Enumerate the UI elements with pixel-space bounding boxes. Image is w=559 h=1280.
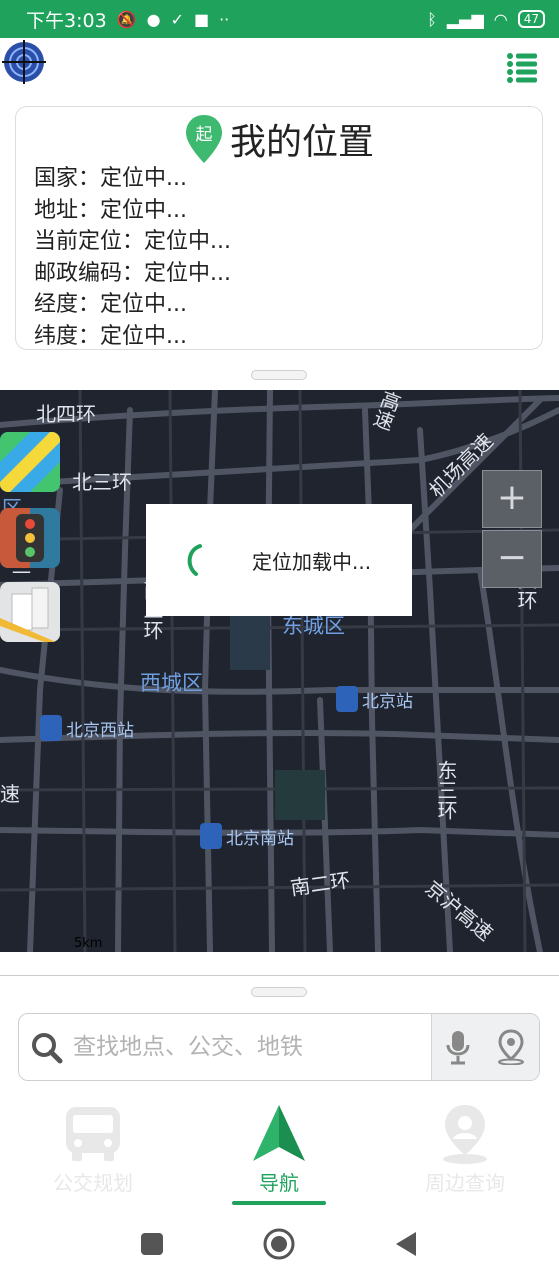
- navigation-arrow-icon: [253, 1105, 305, 1161]
- status-notification-icons: 🔕 ● ✓ ■ ··: [117, 10, 230, 29]
- 3d-building-icon[interactable]: [0, 582, 60, 642]
- expressway-fragment-left-label: 速: [0, 782, 20, 806]
- north-4th-ring-label: 北四环: [36, 402, 96, 426]
- recent-apps-button[interactable]: [140, 1232, 164, 1256]
- start-pin-label: 起: [195, 125, 212, 145]
- traffic-light-icon[interactable]: [0, 508, 60, 568]
- search-bar[interactable]: [18, 1013, 540, 1081]
- battery-icon: 47: [517, 10, 545, 28]
- zoom-in-button[interactable]: +: [482, 470, 542, 528]
- start-pin-icon: 起: [185, 115, 222, 163]
- beijing-station-marker[interactable]: 北京站: [336, 686, 413, 712]
- zoom-out-button[interactable]: −: [482, 530, 542, 588]
- train-station-icon: [336, 686, 358, 712]
- tab-navigation-label: 导航: [259, 1171, 299, 1195]
- map-scale-label: 5km: [74, 936, 103, 951]
- check-icon: ✓: [170, 9, 184, 29]
- location-info-list: 国家：定位中... 地址：定位中... 当前定位：定位中... 邮政编码：定位中…: [34, 163, 231, 352]
- map-type-icon[interactable]: [0, 432, 60, 492]
- nearby-person-pin-icon: [443, 1105, 487, 1164]
- status-bar: 下午3:03 🔕 ● ✓ ■ ·· ᛒ ▂▄▆ ◠ 47: [0, 0, 559, 38]
- beijing-station-label: 北京站: [362, 691, 413, 712]
- east-3rd-ring-label: 东三环: [434, 760, 458, 820]
- search-input[interactable]: [73, 1014, 433, 1080]
- address-line: 地址：定位中...: [34, 197, 187, 223]
- chat-icon: ●: [146, 9, 161, 29]
- beijing-south-station-label: 北京南站: [226, 828, 294, 849]
- search-icon: [32, 1033, 63, 1064]
- section-divider: [0, 975, 559, 976]
- tab-nearby-search-label: 周边查询: [425, 1171, 505, 1195]
- mute-icon: 🔕: [116, 9, 137, 29]
- beijing-west-station-label: 北京西站: [66, 720, 134, 741]
- wifi-icon: ◠: [493, 9, 508, 29]
- microphone-icon[interactable]: [445, 1029, 471, 1065]
- loading-text: 定位加载中...: [252, 549, 372, 574]
- tab-bus-planning[interactable]: 公交规划: [0, 1095, 186, 1210]
- back-button[interactable]: [394, 1230, 418, 1258]
- beijing-west-station-marker[interactable]: 北京西站: [40, 715, 134, 741]
- square-icon: ■: [193, 9, 210, 29]
- status-time: 下午3:03: [26, 9, 107, 32]
- status-system-icons: ᛒ ▂▄▆ ◠ 47: [427, 10, 545, 29]
- top-bar: [0, 38, 559, 100]
- tab-navigation[interactable]: 导航: [186, 1095, 372, 1210]
- active-tab-indicator: [232, 1201, 326, 1205]
- search-actions: [431, 1014, 539, 1080]
- bottom-tab-bar: 公交规划 导航 周边查询: [0, 1095, 559, 1210]
- latitude-line: 纬度：定位中...: [34, 323, 187, 349]
- home-button[interactable]: [263, 1228, 295, 1260]
- location-pin-icon[interactable]: [496, 1029, 526, 1065]
- tab-bus-planning-label: 公交规划: [53, 1171, 133, 1195]
- beijing-south-station-marker[interactable]: 北京南站: [200, 823, 294, 849]
- bus-icon: [66, 1107, 120, 1161]
- system-navigation-bar: [0, 1210, 559, 1280]
- menu-list-icon[interactable]: [507, 52, 537, 84]
- location-title-text: 我的位置: [229, 122, 374, 163]
- drag-handle-bottom[interactable]: [251, 987, 307, 997]
- postal-code-line: 邮政编码：定位中...: [34, 260, 231, 286]
- app-logo-icon: [2, 40, 46, 84]
- drag-handle-top[interactable]: [251, 370, 307, 380]
- more-icon: ··: [219, 9, 230, 29]
- my-location-card: 起 我的位置 国家：定位中... 地址：定位中... 当前定位：定位中... 邮…: [15, 106, 543, 350]
- longitude-line: 经度：定位中...: [34, 292, 187, 317]
- map-view[interactable]: 北四环 北三环 区 西三 西二环 高速 机场高速 东四环 东三环 南二环 京沪高…: [0, 390, 559, 952]
- country-line: 国家：定位中...: [34, 166, 187, 191]
- location-card-title: 起 我的位置: [16, 113, 542, 165]
- loading-dialog: 定位加载中...: [146, 504, 412, 616]
- train-station-icon: [200, 823, 222, 849]
- signal-icon: ▂▄▆: [446, 9, 484, 29]
- current-location-line: 当前定位：定位中...: [34, 229, 231, 254]
- north-3rd-ring-label: 北三环: [72, 470, 132, 494]
- train-station-icon: [40, 715, 62, 741]
- bluetooth-icon: ᛒ: [427, 9, 437, 29]
- xicheng-district-label: 西城区: [140, 671, 203, 695]
- tab-nearby-search[interactable]: 周边查询: [372, 1095, 558, 1210]
- loading-spinner-icon: [187, 544, 202, 576]
